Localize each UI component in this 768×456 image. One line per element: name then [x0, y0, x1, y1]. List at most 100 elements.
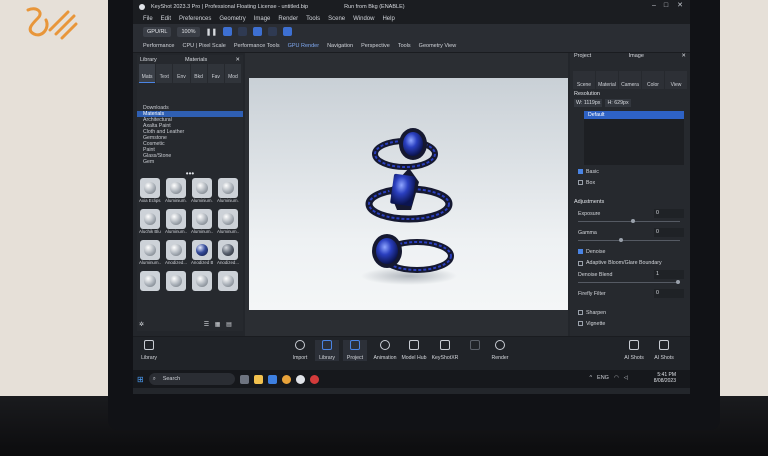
- exposure-input[interactable]: 0: [654, 209, 684, 218]
- material-thumbnail[interactable]: Aluminum...: [165, 209, 187, 237]
- height-field[interactable]: H: 629px: [605, 99, 631, 107]
- ribbon-ai-shots-2[interactable]: AI Shots: [653, 340, 675, 361]
- material-thumbnail[interactable]: [139, 271, 161, 299]
- denoise-blend-slider[interactable]: [578, 280, 680, 284]
- close-icon[interactable]: ✕: [681, 53, 686, 61]
- ribbon-library-toggle[interactable]: Library: [139, 340, 159, 361]
- material-thumbnail[interactable]: [165, 271, 187, 299]
- ribbon-disabled-item[interactable]: [467, 340, 483, 355]
- width-field[interactable]: W: 1119px: [574, 99, 603, 107]
- menu-scene[interactable]: Scene: [328, 16, 345, 22]
- pause-icon[interactable]: ❚❚: [206, 28, 218, 36]
- tree-item[interactable]: Gem: [137, 159, 243, 165]
- basic-checkbox[interactable]: [578, 169, 583, 174]
- box-checkbox[interactable]: [578, 180, 583, 185]
- sharpen-checkbox[interactable]: [578, 310, 583, 315]
- material-thumbnail[interactable]: Aluminum...: [139, 240, 161, 268]
- denoise-checkbox[interactable]: [578, 249, 583, 254]
- settings-icon[interactable]: ✲: [139, 322, 144, 328]
- menu-tools[interactable]: Tools: [306, 16, 320, 22]
- tab-materials[interactable]: Mats: [139, 64, 156, 83]
- browser-icon[interactable]: [295, 374, 305, 384]
- ribbon-project[interactable]: Project: [343, 340, 367, 361]
- minimize-icon[interactable]: –: [650, 2, 658, 10]
- tab-material[interactable]: Material: [596, 71, 618, 89]
- tab-scene[interactable]: Scene: [573, 71, 595, 89]
- menu-image[interactable]: Image: [254, 16, 271, 22]
- material-thumbnail[interactable]: Aluminum...: [217, 209, 239, 237]
- language-indicator[interactable]: ENG: [597, 375, 609, 381]
- tab-backplates[interactable]: Bkd: [190, 64, 207, 83]
- taskbar-search[interactable]: ⌕ Search: [148, 373, 235, 385]
- zoom-select[interactable]: 100%: [177, 26, 200, 37]
- render-viewport[interactable]: [245, 53, 568, 336]
- material-thumbnail[interactable]: Anodized...: [217, 240, 239, 268]
- mode-perspective[interactable]: Perspective: [361, 43, 390, 49]
- toolbar-tool-icon[interactable]: [253, 27, 263, 36]
- tab-camera[interactable]: Camera: [619, 71, 641, 89]
- material-thumbnail[interactable]: Aluminum...: [191, 209, 213, 237]
- ribbon-render[interactable]: Render: [489, 340, 511, 361]
- firefly-input[interactable]: 0: [654, 289, 684, 298]
- chevron-up-icon[interactable]: ^: [589, 375, 592, 381]
- camera-list-item[interactable]: Default: [584, 111, 684, 119]
- mode-tools[interactable]: Tools: [398, 43, 411, 49]
- mode-performance[interactable]: Performance: [143, 43, 175, 49]
- volume-icon[interactable]: ◁: [624, 375, 628, 381]
- tab-textures[interactable]: Text: [156, 64, 173, 83]
- material-thumbnail[interactable]: Axia Eclips...: [139, 178, 161, 206]
- chrome-icon[interactable]: [281, 374, 291, 384]
- menu-window[interactable]: Window: [353, 16, 374, 22]
- denoise-blend-input[interactable]: 1: [654, 270, 684, 279]
- menu-help[interactable]: Help: [382, 16, 394, 22]
- tab-favorites[interactable]: Fav: [207, 64, 224, 83]
- tab-view[interactable]: View: [665, 71, 687, 89]
- render-engine-select[interactable]: GPU/RL: [143, 26, 172, 37]
- menu-file[interactable]: File: [143, 16, 153, 22]
- toolbar-tool-icon[interactable]: [268, 27, 278, 36]
- task-view-icon[interactable]: [239, 374, 249, 384]
- ribbon-library[interactable]: Library: [315, 340, 339, 361]
- vignette-checkbox[interactable]: [578, 321, 583, 326]
- toolbar-tool-icon[interactable]: [283, 27, 293, 36]
- material-thumbnail[interactable]: [217, 271, 239, 299]
- detail-view-icon[interactable]: ▤: [226, 322, 232, 328]
- taskbar-clock[interactable]: 5:41 PM 8/08/2023: [654, 372, 676, 384]
- gamma-slider[interactable]: [578, 238, 680, 242]
- mode-gpu[interactable]: GPU Render: [288, 43, 320, 49]
- grid-view-icon[interactable]: ▦: [215, 322, 221, 328]
- material-thumbnail[interactable]: Aluminium...: [191, 178, 213, 206]
- menu-preferences[interactable]: Preferences: [179, 16, 211, 22]
- material-thumbnail[interactable]: Anodized...: [165, 240, 187, 268]
- gamma-input[interactable]: 0: [654, 228, 684, 237]
- menu-geometry[interactable]: Geometry: [219, 16, 245, 22]
- material-thumbnail[interactable]: Aluminium...: [217, 178, 239, 206]
- exposure-slider[interactable]: [578, 219, 680, 223]
- list-view-icon[interactable]: ☰: [204, 322, 209, 328]
- close-icon[interactable]: ✕: [676, 2, 684, 10]
- tab-models[interactable]: Mod: [224, 64, 242, 83]
- menu-edit[interactable]: Edit: [161, 16, 171, 22]
- ribbon-keyshotxr[interactable]: KeyShotXR: [431, 340, 459, 361]
- maximize-icon[interactable]: □: [662, 2, 670, 10]
- ribbon-import[interactable]: Import: [289, 340, 311, 361]
- tab-environments[interactable]: Env: [173, 64, 190, 83]
- ribbon-model-hub[interactable]: Model Hub: [401, 340, 427, 361]
- mode-performance-tools[interactable]: Performance Tools: [234, 43, 280, 49]
- ribbon-animation[interactable]: Animation: [373, 340, 397, 361]
- wifi-icon[interactable]: ◠: [614, 375, 619, 381]
- mode-geometry-view[interactable]: Geometry View: [419, 43, 457, 49]
- mode-navigation[interactable]: Navigation: [327, 43, 353, 49]
- file-explorer-icon[interactable]: [253, 374, 263, 384]
- material-thumbnail[interactable]: Aluchik Blue...: [139, 209, 161, 237]
- chart-app-icon[interactable]: [267, 374, 277, 384]
- tab-color[interactable]: Color: [642, 71, 664, 89]
- close-icon[interactable]: ✕: [235, 57, 240, 63]
- material-thumbnail[interactable]: [191, 271, 213, 299]
- material-thumbnail[interactable]: Aluminium...: [165, 178, 187, 206]
- keyshot-taskbar-icon[interactable]: [309, 374, 319, 384]
- mode-cpu[interactable]: CPU | Pixel Scale: [183, 43, 226, 49]
- material-thumbnail[interactable]: Anodized Blue...: [191, 240, 213, 268]
- adaptive-checkbox[interactable]: [578, 260, 583, 266]
- menu-render[interactable]: Render: [278, 16, 298, 22]
